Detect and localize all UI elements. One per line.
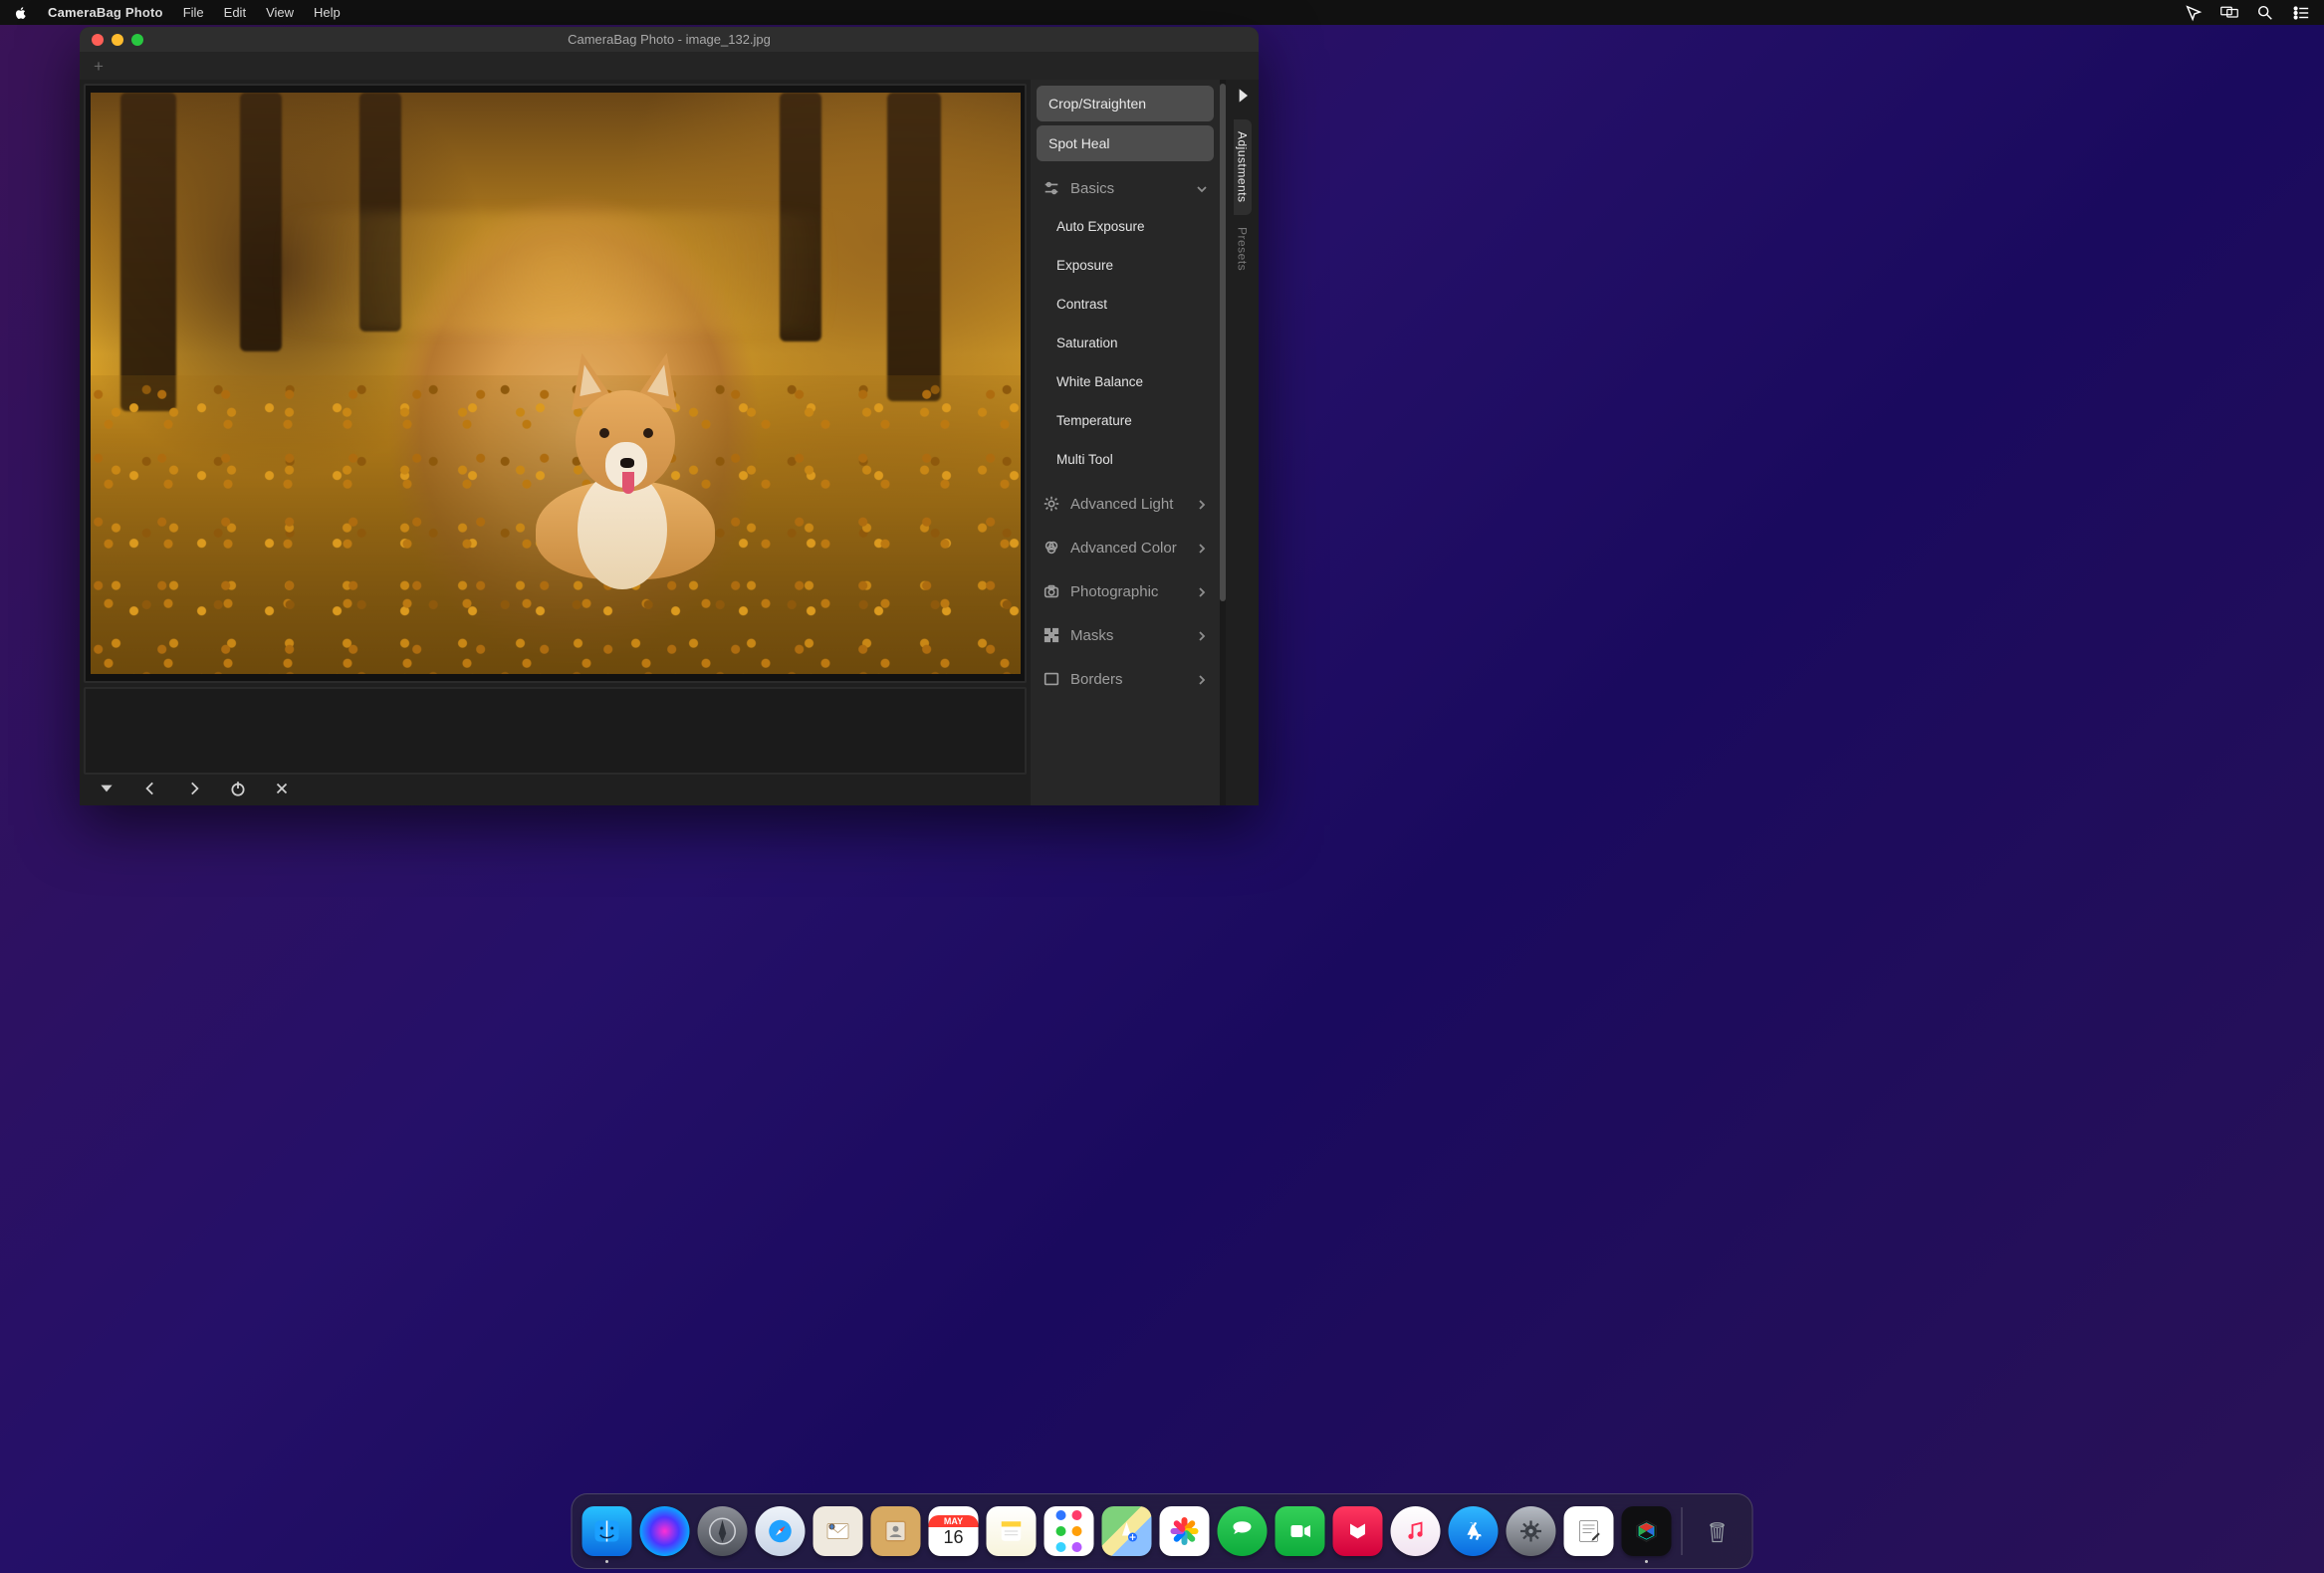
chevron-right-icon <box>1196 542 1208 554</box>
dock-facetime-icon[interactable] <box>1276 1506 1325 1556</box>
section-photographic[interactable]: Photographic <box>1037 568 1214 608</box>
section-masks[interactable]: Masks <box>1037 612 1214 652</box>
next-button[interactable] <box>185 780 203 797</box>
adjust-multi-tool[interactable]: Multi Tool <box>1037 442 1214 477</box>
spotlight-search-icon[interactable] <box>2256 4 2274 22</box>
section-label: Photographic <box>1070 583 1158 600</box>
photo-preview <box>91 93 1021 674</box>
section-label: Advanced Color <box>1070 540 1177 557</box>
add-tab-button[interactable]: + <box>88 58 110 75</box>
dock-separator <box>1682 1507 1683 1555</box>
dock-maps-icon[interactable] <box>1102 1506 1152 1556</box>
titlebar[interactable]: CameraBag Photo - image_132.jpg <box>80 27 1259 52</box>
window-zoom-button[interactable] <box>131 34 143 46</box>
clear-close-icon[interactable] <box>273 780 291 797</box>
dock-textedit-icon[interactable] <box>1564 1506 1614 1556</box>
section-label: Advanced Light <box>1070 496 1173 513</box>
section-label: Borders <box>1070 671 1123 688</box>
adjust-contrast[interactable]: Contrast <box>1037 287 1214 322</box>
mac-dock: MAY 16 <box>572 1493 1753 1569</box>
chevron-right-icon <box>1196 629 1208 641</box>
cursor-status-icon[interactable] <box>2185 4 2203 22</box>
expand-panel-arrow-icon[interactable] <box>1233 86 1253 106</box>
adjust-white-balance[interactable]: White Balance <box>1037 364 1214 399</box>
section-basics[interactable]: Basics <box>1037 165 1214 205</box>
dock-notes-icon[interactable] <box>987 1506 1037 1556</box>
chevron-right-icon <box>1196 498 1208 510</box>
display-status-icon[interactable] <box>2220 4 2238 22</box>
menu-file[interactable]: File <box>183 5 204 20</box>
section-advanced-light[interactable]: Advanced Light <box>1037 481 1214 521</box>
dock-siri-icon[interactable] <box>640 1506 690 1556</box>
apple-logo-icon[interactable] <box>14 6 28 20</box>
canvas-toolbar <box>84 775 1027 801</box>
checker-icon <box>1043 626 1060 644</box>
control-center-icon[interactable] <box>2292 4 2310 22</box>
timeline-strip[interactable] <box>84 687 1027 775</box>
side-tab-presets[interactable]: Presets <box>1234 215 1252 283</box>
panel-scrollbar[interactable] <box>1220 80 1226 805</box>
dock-news-icon[interactable] <box>1333 1506 1383 1556</box>
color-circles-icon <box>1043 539 1060 557</box>
scrollbar-thumb[interactable] <box>1220 84 1226 601</box>
window-minimize-button[interactable] <box>112 34 123 46</box>
chevron-right-icon <box>1196 673 1208 685</box>
camera-icon <box>1043 582 1060 600</box>
sliders-icon <box>1043 179 1060 197</box>
section-advanced-color[interactable]: Advanced Color <box>1037 525 1214 564</box>
dock-appstore-icon[interactable] <box>1449 1506 1499 1556</box>
dropdown-arrow-icon[interactable] <box>98 780 116 797</box>
section-label: Basics <box>1070 180 1114 197</box>
menu-help[interactable]: Help <box>314 5 341 20</box>
spot-heal-button[interactable]: Spot Heal <box>1037 125 1214 161</box>
dock-photos-icon[interactable] <box>1160 1506 1210 1556</box>
dock-calendar-icon[interactable]: MAY 16 <box>929 1506 979 1556</box>
power-reset-icon[interactable] <box>229 780 247 797</box>
dock-trash-icon[interactable] <box>1693 1506 1743 1556</box>
dock-launchpad-icon[interactable] <box>698 1506 748 1556</box>
dock-mail-icon[interactable] <box>813 1506 863 1556</box>
calendar-month: MAY <box>929 1515 979 1527</box>
side-tab-adjustments[interactable]: Adjustments <box>1234 119 1252 215</box>
dock-safari-icon[interactable] <box>756 1506 806 1556</box>
adjust-saturation[interactable]: Saturation <box>1037 326 1214 360</box>
mac-menu-bar: CameraBag Photo File Edit View Help <box>0 0 2324 25</box>
dock-settings-icon[interactable] <box>1507 1506 1556 1556</box>
adjust-auto-exposure[interactable]: Auto Exposure <box>1037 209 1214 244</box>
side-tab-rail: Adjustments Presets <box>1226 80 1259 805</box>
dock-music-icon[interactable] <box>1391 1506 1441 1556</box>
menu-app-name[interactable]: CameraBag Photo <box>48 5 163 20</box>
section-label: Masks <box>1070 627 1113 644</box>
window-close-button[interactable] <box>92 34 104 46</box>
adjust-temperature[interactable]: Temperature <box>1037 403 1214 438</box>
dock-reminders-icon[interactable] <box>1045 1506 1094 1556</box>
dock-finder-icon[interactable] <box>582 1506 632 1556</box>
crop-straighten-button[interactable]: Crop/Straighten <box>1037 86 1214 121</box>
menu-view[interactable]: View <box>266 5 294 20</box>
dock-messages-icon[interactable] <box>1218 1506 1268 1556</box>
chevron-right-icon <box>1196 585 1208 597</box>
image-canvas[interactable] <box>84 84 1027 683</box>
adjust-exposure[interactable]: Exposure <box>1037 248 1214 283</box>
sun-icon <box>1043 495 1060 513</box>
section-borders[interactable]: Borders <box>1037 656 1214 696</box>
dock-camerabag-icon[interactable] <box>1622 1506 1672 1556</box>
previous-button[interactable] <box>141 780 159 797</box>
calendar-day: 16 <box>943 1527 963 1548</box>
window-title: CameraBag Photo - image_132.jpg <box>568 32 771 47</box>
dock-contacts-icon[interactable] <box>871 1506 921 1556</box>
adjustments-panel: Crop/Straighten Spot Heal Basics Auto Ex… <box>1031 80 1220 805</box>
app-window: CameraBag Photo - image_132.jpg + <box>80 27 1259 805</box>
tab-strip: + <box>80 52 1259 80</box>
menu-edit[interactable]: Edit <box>224 5 246 20</box>
chevron-down-icon <box>1196 182 1208 194</box>
frame-icon <box>1043 670 1060 688</box>
